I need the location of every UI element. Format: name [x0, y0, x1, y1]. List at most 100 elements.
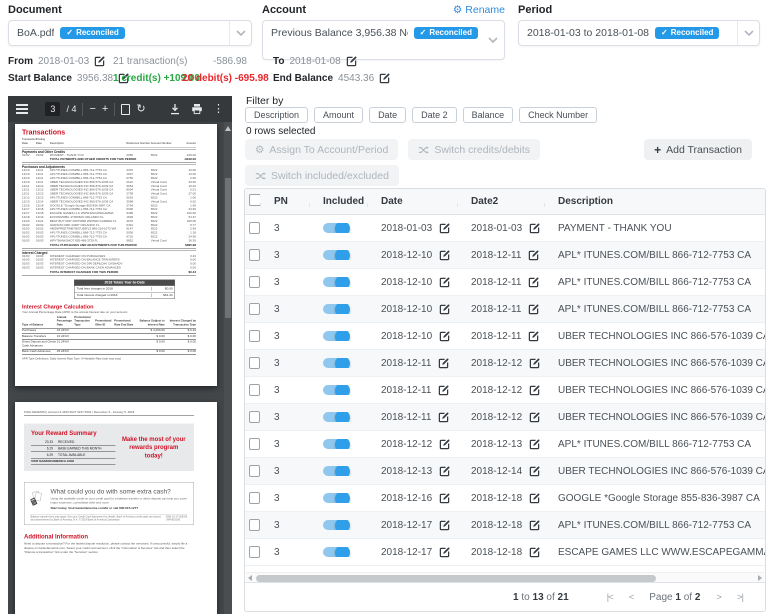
included-toggle[interactable] — [323, 304, 348, 314]
zoom-in-icon[interactable]: + — [102, 104, 108, 115]
edit-date2-icon[interactable] — [529, 358, 540, 369]
menu-icon[interactable] — [16, 104, 28, 114]
last-page-icon[interactable]: >| — [737, 592, 743, 603]
included-toggle[interactable] — [323, 547, 348, 557]
page-number-input[interactable]: 3 — [45, 102, 60, 116]
row-checkbox[interactable] — [249, 249, 260, 261]
assign-to-account-period-button[interactable]: ⚙ Assign To Account/Period — [245, 139, 398, 160]
edit-date-icon[interactable] — [438, 358, 449, 369]
row-checkbox[interactable] — [249, 411, 260, 423]
edit-date2-icon[interactable] — [529, 466, 540, 477]
zoom-out-icon[interactable]: − — [89, 104, 95, 115]
row-checkbox[interactable] — [249, 276, 260, 288]
row-checkbox[interactable] — [249, 384, 260, 396]
included-toggle[interactable] — [323, 223, 348, 233]
edit-date-icon[interactable] — [439, 250, 450, 261]
scroll-right-icon[interactable] — [758, 575, 762, 581]
row-checkbox[interactable] — [249, 303, 260, 315]
included-toggle[interactable] — [323, 385, 348, 395]
included-toggle[interactable] — [323, 412, 348, 422]
switch-included-excluded-button[interactable]: Switch included/excluded — [245, 165, 399, 186]
edit-date-icon[interactable] — [439, 493, 450, 504]
period-select[interactable]: 2018-01-03 to 2018-01-08 ✓ Reconciled — [518, 20, 760, 46]
fit-page-icon[interactable] — [121, 104, 130, 115]
row-checkbox[interactable] — [249, 222, 260, 234]
chevron-down-icon[interactable] — [482, 21, 504, 59]
edit-date2-icon[interactable] — [529, 493, 540, 504]
account-select[interactable]: Previous Balance 3,956.38 New Balance To… — [262, 20, 505, 60]
edit-date-icon[interactable] — [438, 412, 449, 423]
col-header-included[interactable]: Included — [309, 196, 367, 207]
select-all-checkbox[interactable] — [249, 194, 260, 206]
to-label: To — [273, 55, 284, 68]
included-toggle[interactable] — [323, 493, 348, 503]
filter-chip[interactable]: Date 2 — [412, 107, 457, 123]
edit-date-icon[interactable] — [439, 520, 450, 531]
chevron-down-icon[interactable] — [737, 21, 759, 45]
chevron-down-icon[interactable] — [229, 21, 251, 45]
edit-date-icon[interactable] — [439, 223, 450, 234]
col-header-date[interactable]: Date — [367, 196, 457, 207]
edit-date2-icon[interactable] — [529, 547, 540, 558]
included-toggle[interactable] — [323, 358, 348, 368]
edit-date2-icon[interactable] — [528, 250, 539, 261]
edit-date-icon[interactable] — [439, 277, 450, 288]
scroll-up-icon[interactable] — [225, 126, 231, 131]
table-scrollbar-thumb[interactable] — [256, 575, 656, 582]
included-toggle[interactable] — [323, 277, 348, 287]
scroll-left-icon[interactable] — [248, 575, 252, 581]
add-transaction-button[interactable]: + Add Transaction — [644, 139, 752, 160]
edit-to-icon[interactable] — [346, 56, 357, 67]
pdf-document-area[interactable]: Transactions Transaction Date Posting Da… — [8, 122, 232, 614]
row-checkbox[interactable] — [249, 438, 260, 450]
next-page-icon[interactable]: > — [716, 592, 721, 603]
edit-date2-icon[interactable] — [528, 331, 539, 342]
edit-date2-icon[interactable] — [529, 385, 540, 396]
switch-credits-debits-button[interactable]: Switch credits/debits — [408, 139, 540, 160]
col-header-description[interactable]: Description — [544, 196, 765, 207]
col-header-pn[interactable]: PN — [260, 196, 309, 207]
included-toggle[interactable] — [323, 466, 348, 476]
included-toggle[interactable] — [323, 439, 348, 449]
row-checkbox[interactable] — [249, 330, 260, 342]
row-checkbox[interactable] — [249, 465, 260, 477]
rotate-icon[interactable]: ↻ — [136, 104, 145, 115]
edit-from-icon[interactable] — [94, 56, 105, 67]
table-horizontal-scrollbar[interactable] — [246, 572, 764, 582]
pdf-scrollbar-thumb[interactable] — [225, 178, 231, 318]
edit-date-icon[interactable] — [439, 466, 450, 477]
filter-chip[interactable]: Amount — [314, 107, 363, 123]
edit-end-balance-icon[interactable] — [379, 73, 390, 84]
edit-date-icon[interactable] — [438, 385, 449, 396]
edit-date-icon[interactable] — [439, 331, 450, 342]
filter-chip[interactable]: Check Number — [519, 107, 597, 123]
edit-date2-icon[interactable] — [528, 304, 539, 315]
row-checkbox[interactable] — [249, 357, 260, 369]
row-checkbox[interactable] — [249, 519, 260, 531]
more-options-icon[interactable]: ⋮ — [213, 104, 224, 115]
row-checkbox[interactable] — [249, 546, 260, 558]
filter-chip[interactable]: Description — [245, 107, 308, 123]
edit-date2-icon[interactable] — [529, 439, 540, 450]
col-header-date2[interactable]: Date2 — [457, 196, 544, 207]
edit-date-icon[interactable] — [439, 547, 450, 558]
included-toggle[interactable] — [323, 250, 348, 260]
filter-chip[interactable]: Date — [369, 107, 406, 123]
document-select[interactable]: BoA.pdf ✓ Reconciled — [8, 20, 252, 46]
pdf-vertical-scrollbar[interactable] — [224, 122, 232, 614]
download-icon[interactable] — [169, 103, 181, 115]
filter-chip[interactable]: Balance — [463, 107, 514, 123]
edit-date-icon[interactable] — [439, 439, 450, 450]
previous-page-icon[interactable]: < — [629, 592, 634, 603]
first-page-icon[interactable]: |< — [607, 592, 613, 603]
included-toggle[interactable] — [323, 331, 348, 341]
edit-date2-icon[interactable] — [528, 277, 539, 288]
rename-button[interactable]: ⚙ Rename — [453, 4, 505, 16]
edit-date-icon[interactable] — [439, 304, 450, 315]
edit-date2-icon[interactable] — [529, 223, 540, 234]
included-toggle[interactable] — [323, 520, 348, 530]
print-icon[interactable] — [191, 103, 203, 115]
edit-date2-icon[interactable] — [529, 412, 540, 423]
row-checkbox[interactable] — [249, 492, 260, 504]
edit-date2-icon[interactable] — [529, 520, 540, 531]
